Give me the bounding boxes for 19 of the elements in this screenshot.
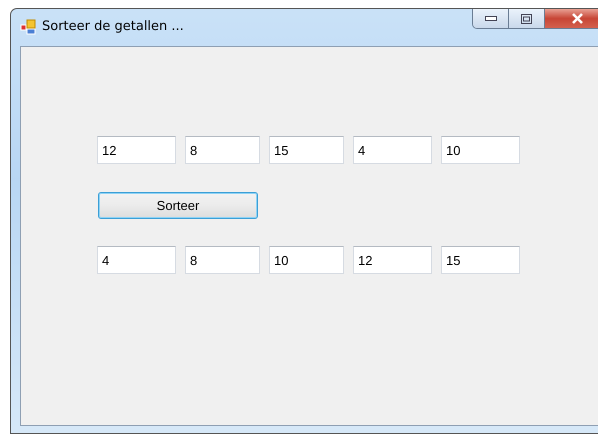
minimize-button[interactable] [473,9,509,28]
app-icon [20,19,36,35]
number-input-field[interactable]: 10 [441,136,520,164]
sort-button[interactable]: Sorteer [98,192,258,219]
number-input-field[interactable]: 4 [353,136,432,164]
result-field[interactable]: 4 [97,246,176,274]
maximize-icon [521,14,532,24]
number-input-field[interactable]: 12 [97,136,176,164]
number-input-field[interactable]: 8 [185,136,260,164]
window-title: Sorteer de getallen ... [42,18,184,36]
result-field[interactable]: 8 [185,246,260,274]
minimize-icon [484,16,496,21]
number-input-field[interactable]: 15 [269,136,344,164]
result-field[interactable]: 15 [441,246,520,274]
result-field[interactable]: 10 [269,246,344,274]
maximize-button[interactable] [509,9,545,28]
close-button[interactable] [545,9,598,28]
close-icon [571,13,584,24]
result-field[interactable]: 12 [353,246,432,274]
